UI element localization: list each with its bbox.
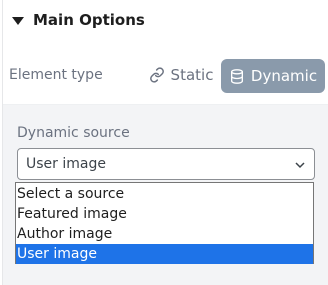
dynamic-source-label: Dynamic source [17, 125, 130, 141]
option-featured-image[interactable]: Featured image [16, 204, 313, 224]
dynamic-button[interactable]: Dynamic [221, 59, 325, 93]
main-options-header[interactable]: Main Options [3, 0, 328, 44]
database-icon [230, 68, 243, 84]
dynamic-button-label: Dynamic [250, 67, 318, 85]
static-button[interactable]: Static [141, 58, 221, 92]
element-type-row: Element type Static Dynamic [3, 46, 328, 105]
chevron-down-icon [295, 162, 305, 169]
static-button-label: Static [170, 66, 214, 84]
select-value: User image [26, 156, 106, 172]
option-user-image[interactable]: User image [16, 244, 313, 264]
element-type-label: Element type [9, 67, 103, 83]
dynamic-source-dropdown[interactable]: Select a source Featured image Author im… [15, 182, 314, 264]
option-author-image[interactable]: Author image [16, 224, 313, 244]
caret-down-icon [12, 17, 24, 25]
option-select-a-source[interactable]: Select a source [16, 184, 313, 204]
section-title: Main Options [33, 11, 145, 29]
dynamic-source-select[interactable]: User image [17, 148, 315, 180]
link-icon [149, 67, 164, 83]
